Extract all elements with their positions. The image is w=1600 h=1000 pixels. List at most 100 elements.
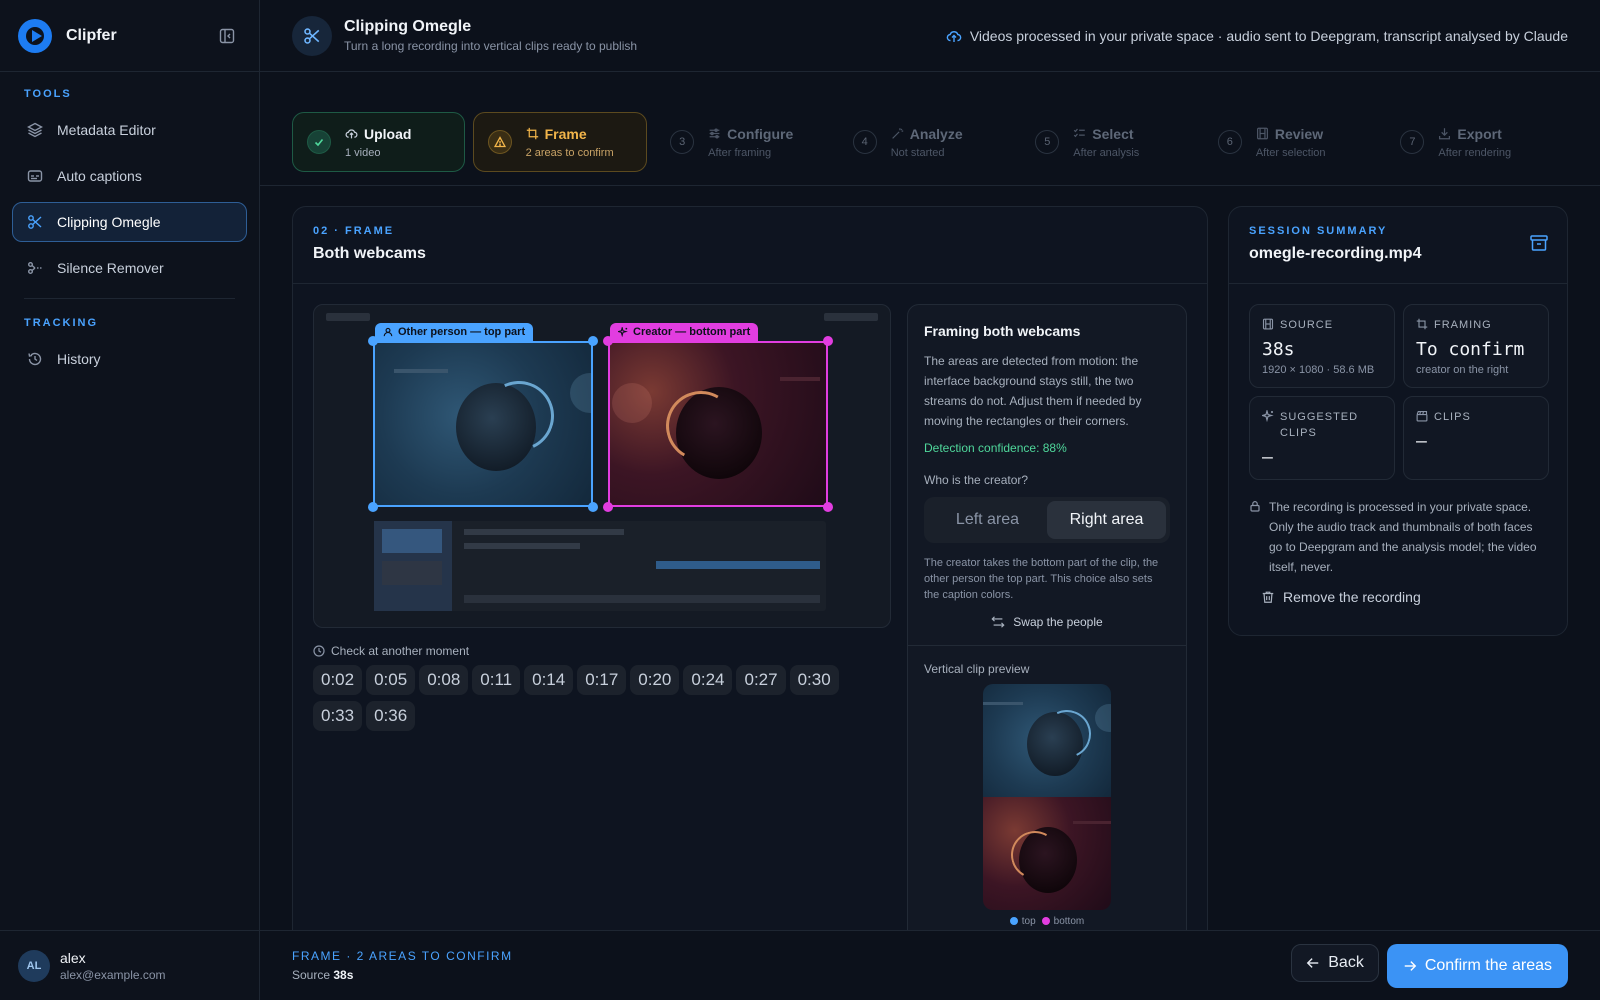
step-frame[interactable]: Frame 2 areas to confirm: [472, 112, 648, 172]
step-configure[interactable]: 3 Configure After framing: [655, 112, 830, 172]
resize-handle[interactable]: [603, 502, 613, 512]
option-left-area[interactable]: Left area: [928, 501, 1047, 539]
step-label: Review: [1256, 126, 1326, 142]
history-icon: [27, 351, 43, 367]
warning-icon: [487, 130, 512, 154]
moment-chip[interactable]: 0:24: [683, 665, 733, 695]
sidebar-item-silence-remover[interactable]: Silence Remover: [12, 248, 247, 288]
clapperboard-icon: [1416, 410, 1428, 422]
moment-chip[interactable]: 0:20: [630, 665, 680, 695]
tile-sub: creator on the right: [1416, 364, 1509, 376]
tile-clips: CLIPS —: [1403, 396, 1549, 480]
archive-icon[interactable]: [1529, 233, 1549, 253]
step-export[interactable]: 7 Export After rendering: [1385, 112, 1560, 172]
user-profile[interactable]: AL alex alex@example.com: [0, 930, 259, 1000]
preview-bottom-part: [983, 797, 1111, 910]
fake-ui-line: [656, 561, 820, 569]
moment-chip[interactable]: 0:11: [472, 665, 521, 695]
option-right-area[interactable]: Right area: [1047, 501, 1166, 539]
moment-chip[interactable]: 0:05: [366, 665, 416, 695]
moment-chip[interactable]: 0:14: [524, 665, 574, 695]
step-label: Select: [1073, 126, 1139, 142]
moment-chip[interactable]: 0:27: [736, 665, 786, 695]
footer-status-text: FRAME · 2 AREAS TO CONFIRM: [292, 949, 513, 963]
legend-dot: [1041, 917, 1050, 925]
sidebar-item-clipping-omegle[interactable]: Clipping Omegle: [12, 202, 247, 242]
tile-label-text: SUGGESTED CLIPS: [1280, 411, 1359, 439]
step-sub: 1 video: [345, 146, 381, 159]
step-select[interactable]: 5 Select After analysis: [1020, 112, 1195, 172]
tile-label: FRAMING: [1416, 317, 1536, 333]
check-icon: [307, 130, 331, 154]
tile-suggested-clips: SUGGESTED CLIPS —: [1249, 396, 1395, 480]
sidebar-item-history[interactable]: History: [12, 339, 247, 379]
confirm-areas-button[interactable]: Confirm the areas: [1386, 943, 1568, 988]
swap-people-button[interactable]: Swap the people: [924, 615, 1170, 629]
arrow-right-icon: [1403, 959, 1417, 973]
step-label-text: Review: [1274, 125, 1324, 142]
resize-handle[interactable]: [588, 502, 598, 512]
resize-handle[interactable]: [823, 336, 833, 346]
selection-creator[interactable]: [608, 341, 828, 507]
privacy-note-text: Videos processed in your private space ·…: [969, 27, 1568, 44]
resize-handle[interactable]: [588, 336, 598, 346]
selection-other-person[interactable]: [373, 341, 593, 507]
tile-label-text: CLIPS: [1434, 411, 1471, 423]
legend-bottom: bottom: [1041, 916, 1085, 927]
resize-handle[interactable]: [823, 502, 833, 512]
back-label: Back: [1328, 953, 1364, 971]
moment-chip[interactable]: 0:02: [313, 665, 363, 695]
step-progress: Upload 1 video Frame 2 areas to confirm …: [260, 72, 1600, 186]
tile-value: 38s: [1262, 339, 1295, 360]
user-email: alex@example.com: [60, 967, 166, 982]
sparkles-icon: [1262, 410, 1274, 422]
divider: [908, 645, 1186, 646]
moment-chip[interactable]: 0:33: [313, 701, 363, 731]
clipfer-logo-icon: [18, 18, 52, 53]
creator-toggle: Left area Right area: [924, 497, 1170, 543]
legend-text: top: [1021, 916, 1036, 927]
footer-source-prefix: Source: [292, 968, 331, 982]
step-sub: After analysis: [1073, 146, 1140, 159]
moment-chip[interactable]: 0:36: [366, 701, 416, 731]
step-review[interactable]: 6 Review After selection: [1203, 112, 1378, 172]
cloud-upload-icon: [946, 28, 962, 44]
magic-wand-icon: [891, 127, 904, 140]
step-analyze[interactable]: 4 Analyze Not started: [838, 112, 1013, 172]
sidebar-item-auto-captions[interactable]: Auto captions: [12, 156, 247, 196]
crop-icon: [526, 127, 539, 140]
moment-chip[interactable]: 0:08: [419, 665, 469, 695]
download-icon: [1438, 127, 1451, 140]
nav-tracking: TRACKING History: [0, 317, 259, 379]
privacy-info: The recording is processed in your priva…: [1249, 497, 1549, 577]
clock-icon: [313, 645, 325, 657]
resize-handle[interactable]: [368, 502, 378, 512]
back-button[interactable]: Back: [1291, 943, 1379, 982]
legend-text: bottom: [1053, 916, 1085, 927]
moment-chip[interactable]: 0:17: [577, 665, 627, 695]
step-upload[interactable]: Upload 1 video: [292, 112, 465, 172]
preview-legend: top bottom: [924, 916, 1170, 927]
collapse-sidebar-icon[interactable]: [213, 22, 241, 50]
video-frame-canvas[interactable]: Other person — top part Creator — bottom…: [313, 304, 891, 628]
tile-value: —: [1416, 431, 1427, 452]
moment-chip[interactable]: 0:30: [789, 665, 839, 695]
crop-icon: [1416, 318, 1428, 330]
frame-eyebrow: 02 · FRAME: [313, 225, 395, 237]
session-summary: SESSION SUMMARY omegle-recording.mp4 SOU…: [1228, 206, 1568, 636]
captions-icon: [27, 168, 43, 184]
step-body: Upload 1 video: [345, 126, 411, 159]
scissors-icon: [27, 214, 43, 230]
sidebar-item-label: Metadata Editor: [57, 122, 156, 138]
arrow-left-icon: [1306, 956, 1320, 970]
fake-text-line: [983, 702, 1023, 705]
tag-creator: Creator — bottom part: [610, 323, 759, 341]
privacy-text: The recording is processed in your priva…: [1269, 500, 1537, 574]
user-icon: [383, 327, 393, 337]
sidebar-item-metadata-editor[interactable]: Metadata Editor: [12, 110, 247, 150]
tile-label: SUGGESTED CLIPS: [1262, 409, 1382, 441]
remove-recording-button[interactable]: Remove the recording: [1261, 589, 1421, 605]
fake-ui-line: [464, 529, 624, 535]
summary-header: SESSION SUMMARY omegle-recording.mp4: [1229, 207, 1567, 284]
layers-icon: [27, 122, 43, 138]
